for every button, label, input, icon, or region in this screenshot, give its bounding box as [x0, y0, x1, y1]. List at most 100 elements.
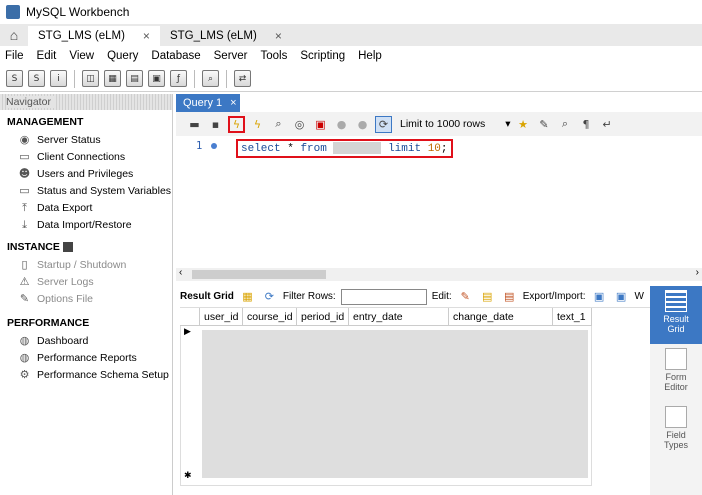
nav-item-performance-schema[interactable]: ⚙ Performance Schema Setup	[0, 366, 172, 383]
sql-keyword: from	[300, 142, 327, 155]
nav-item-startup-shutdown[interactable]: ▯ Startup / Shutdown	[0, 256, 172, 273]
scrollbar-thumb[interactable]	[192, 270, 326, 279]
grid-view-icon[interactable]: ▦	[239, 288, 256, 305]
current-row-arrow-icon: ▶	[184, 326, 191, 336]
execute-current-icon[interactable]: ϟ	[249, 116, 266, 133]
nav-item-client-connections[interactable]: ▭ Client Connections	[0, 148, 172, 165]
nav-item-server-logs[interactable]: ⚠ Server Logs	[0, 273, 172, 290]
invisible-chars-icon[interactable]: ¶	[578, 116, 595, 133]
commit-icon[interactable]: ●	[333, 116, 350, 133]
column-header[interactable]: text_1	[553, 308, 592, 326]
result-grid-icon	[665, 290, 687, 312]
server-status-icon: ◉	[19, 133, 30, 146]
find-icon[interactable]: ⌕	[557, 116, 574, 133]
save-icon[interactable]: ▪	[207, 116, 224, 133]
home-icon: ⌂	[9, 27, 19, 43]
open-file-icon[interactable]: ▬	[186, 116, 203, 133]
delete-row-icon[interactable]: ▤	[501, 288, 518, 305]
nav-item-performance-reports[interactable]: ◍ Performance Reports	[0, 349, 172, 366]
menu-edit[interactable]: Edit	[37, 50, 57, 62]
close-icon[interactable]: ×	[143, 29, 150, 43]
line-number: 1	[196, 140, 203, 152]
add-snippet-icon[interactable]: ★	[515, 116, 532, 133]
import-icon[interactable]: ▣	[613, 288, 630, 305]
nav-item-data-import[interactable]: ⤓ Data Import/Restore	[0, 216, 172, 233]
limit-rows-label: Limit to 1000 rows	[400, 118, 486, 130]
import-icon: ⤓	[22, 217, 27, 231]
edit-row-icon[interactable]: ✎	[457, 288, 474, 305]
nav-item-dashboard[interactable]: ◍ Dashboard	[0, 332, 172, 349]
menu-help[interactable]: Help	[358, 50, 382, 62]
form-editor-button[interactable]: Form Editor	[650, 344, 702, 402]
close-icon[interactable]: ×	[230, 97, 236, 109]
scroll-left-icon[interactable]: ‹	[179, 267, 182, 278]
result-grid-button[interactable]: Result Grid	[650, 286, 702, 344]
open-sql-script-icon[interactable]: S	[28, 70, 45, 87]
inspector-icon[interactable]: i	[50, 70, 67, 87]
nav-item-server-status[interactable]: ◉ Server Status	[0, 131, 172, 148]
window-title: MySQL Workbench	[26, 5, 130, 19]
query-tab-bar	[176, 94, 702, 112]
create-procedure-icon[interactable]: ▣	[148, 70, 165, 87]
nav-item-status-variables[interactable]: ▭ Status and System Variables	[0, 182, 172, 199]
stop-icon[interactable]: ◎	[291, 116, 308, 133]
wrap-cell-label[interactable]: W	[635, 291, 644, 302]
create-function-icon[interactable]: ƒ	[170, 70, 187, 87]
wrap-lines-icon[interactable]: ↵	[599, 116, 616, 133]
nav-item-data-export[interactable]: ⤒ Data Export	[0, 199, 172, 216]
close-icon[interactable]: ×	[275, 29, 282, 43]
nav-item-users-privileges[interactable]: ☻ Users and Privileges	[0, 165, 172, 182]
menu-file[interactable]: File	[5, 50, 24, 62]
reconnect-icon[interactable]: ⇄	[234, 70, 251, 87]
home-tab[interactable]: ⌂	[0, 24, 28, 46]
beautify-icon[interactable]: ✎	[536, 116, 553, 133]
search-table-data-icon[interactable]: ⌕	[202, 70, 219, 87]
refresh-icon[interactable]: ⟳	[261, 288, 278, 305]
explain-icon[interactable]: ⌕	[270, 116, 287, 133]
limit-rows-select[interactable]: Limit to 1000 rows ▾	[400, 118, 511, 130]
menu-server[interactable]: Server	[214, 50, 248, 62]
sql-keyword: select	[241, 142, 281, 155]
menu-view[interactable]: View	[69, 50, 94, 62]
menu-scripting[interactable]: Scripting	[300, 50, 345, 62]
create-view-icon[interactable]: ▤	[126, 70, 143, 87]
insert-row-icon[interactable]: ▤	[479, 288, 496, 305]
toolbar-separator	[194, 69, 195, 88]
nav-item-options-file[interactable]: ✎ Options File	[0, 290, 172, 307]
nav-item-label: Users and Privileges	[37, 167, 134, 180]
connection-tab-2[interactable]: STG_LMS (eLM) ×	[160, 26, 292, 46]
autocommit-icon[interactable]: ⟳	[375, 115, 392, 133]
dashboard-icon: ◍	[19, 334, 30, 347]
column-header[interactable]: course_id	[243, 308, 297, 326]
new-sql-tab-icon[interactable]: S	[6, 70, 23, 87]
export-icon: ⤒	[22, 200, 27, 214]
menu-tools[interactable]: Tools	[261, 50, 288, 62]
column-header[interactable]: period_id	[297, 308, 349, 326]
sql-semicolon: ;	[440, 142, 448, 155]
menu-query[interactable]: Query	[107, 50, 138, 62]
column-header[interactable]: entry_date	[349, 308, 449, 326]
export-import-label: Export/Import:	[522, 291, 586, 302]
column-header[interactable]: user_id	[200, 308, 243, 326]
connection-tab-1[interactable]: STG_LMS (eLM) ×	[28, 26, 160, 46]
main-toolbar: S S i ◫ ▦ ▤ ▣ ƒ ⌕ ⇄	[0, 66, 702, 92]
column-header[interactable]: change_date	[449, 308, 553, 326]
nav-item-label: Dashboard	[37, 334, 89, 347]
toggle-error-icon[interactable]: ▣	[312, 116, 329, 133]
create-table-icon[interactable]: ▦	[104, 70, 121, 87]
sql-keyword: limit	[388, 142, 422, 155]
nav-item-label: Server Logs	[37, 275, 94, 288]
execute-icon[interactable]: ϟ	[228, 115, 245, 133]
field-types-button[interactable]: Field Types	[650, 402, 702, 460]
scroll-right-icon[interactable]: ›	[696, 267, 699, 278]
navigator-header: Navigator	[0, 94, 172, 110]
create-schema-icon[interactable]: ◫	[82, 70, 99, 87]
sql-statement[interactable]: select * from limit 10;	[236, 139, 453, 158]
export-icon[interactable]: ▣	[591, 288, 608, 305]
rollback-icon[interactable]: ●	[354, 116, 371, 133]
filter-rows-input[interactable]	[340, 288, 427, 305]
field-types-icon	[665, 406, 687, 428]
query-tab[interactable]: Query 1 ×	[176, 94, 240, 112]
menu-database[interactable]: Database	[151, 50, 200, 62]
user-icon: ☻	[18, 167, 31, 180]
